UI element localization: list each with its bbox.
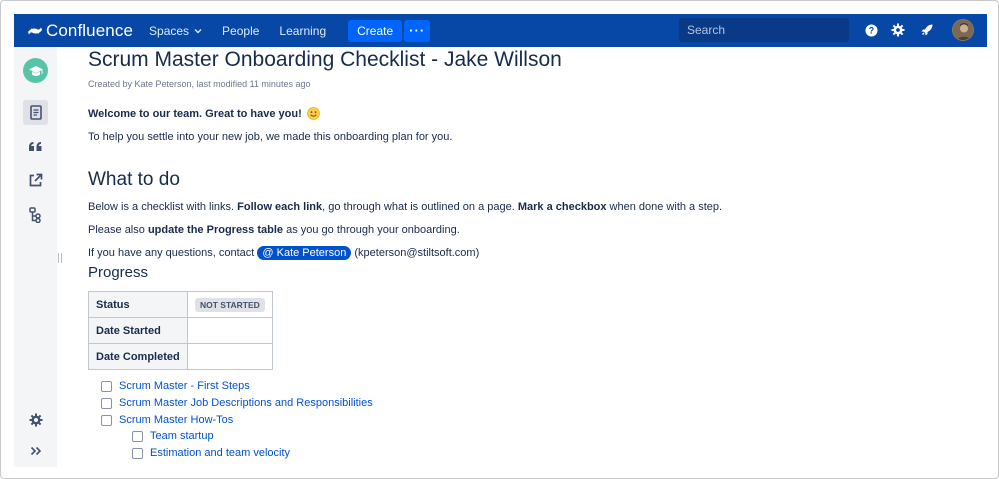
list-item: Team startup: [132, 430, 214, 442]
date-started-label: Date Started: [88, 317, 188, 344]
progress-heading: Progress: [88, 264, 149, 281]
welcome-text: Welcome to our team. Great to have you!: [88, 107, 320, 120]
task-checkbox[interactable]: [132, 430, 143, 442]
task-checkbox[interactable]: [101, 380, 112, 392]
more-create-button[interactable]: ···: [404, 19, 431, 42]
logo-text: Confluence: [46, 20, 134, 40]
page-tree-nav[interactable]: [23, 202, 48, 227]
progress-instr-part-1: Please also: [88, 224, 148, 236]
quote-icon: [29, 141, 42, 151]
search-box: [679, 18, 849, 42]
list-item: Scrum Master How-Tos: [101, 414, 233, 426]
space-logo[interactable]: [23, 58, 48, 83]
gear-icon[interactable]: [891, 23, 905, 37]
what-to-do-heading: What to do: [88, 169, 180, 190]
progress-table: Status NOT STARTED Date Started Date Com…: [88, 291, 273, 370]
smile-emoji-icon: [306, 107, 320, 120]
nav-spaces[interactable]: Spaces: [149, 24, 202, 38]
app-window: Confluence Spaces People Learning Create…: [0, 0, 999, 479]
date-started-value[interactable]: [187, 317, 273, 344]
list-item: Scrum Master - First Steps: [101, 380, 250, 392]
task-link[interactable]: Scrum Master How-Tos: [119, 414, 233, 426]
checklist-instructions: Below is a checklist with links. Follow …: [88, 201, 722, 213]
create-button[interactable]: Create: [348, 19, 403, 42]
external-link-icon: [29, 173, 43, 187]
confluence-logo-icon: [28, 27, 42, 34]
page-byline: Created by Kate Peterson, last modified …: [88, 79, 311, 89]
expand-icon: [30, 446, 41, 455]
task-checkbox[interactable]: [132, 447, 143, 459]
top-navigation: Confluence Spaces People Learning Create…: [14, 14, 987, 47]
avatar[interactable]: [952, 19, 974, 41]
nav-spaces-label: Spaces: [149, 23, 190, 38]
instr-follow-link: Follow each link: [237, 201, 323, 213]
nav-items: Spaces People Learning Create ···: [149, 19, 431, 42]
contact-line: If you have any questions, contact @ Kat…: [88, 246, 479, 260]
graduation-cap-icon: [28, 65, 43, 76]
tree-icon: [29, 206, 41, 223]
instr-part-2: , go through what is outlined on a page.: [322, 201, 518, 213]
help-icon[interactable]: ?: [864, 23, 878, 37]
space-sidebar: [14, 47, 57, 467]
table-row: Date Completed: [88, 343, 273, 370]
task-link[interactable]: Estimation and team velocity: [150, 447, 290, 459]
contact-prefix: If you have any questions, contact: [88, 247, 258, 259]
list-item: Scrum Master Job Descriptions and Respon…: [101, 397, 373, 409]
status-cell[interactable]: NOT STARTED: [187, 291, 273, 318]
progress-instructions: Please also update the Progress table as…: [88, 224, 460, 236]
nav-people[interactable]: People: [222, 24, 259, 38]
list-item: Estimation and team velocity: [132, 447, 290, 459]
table-row: Date Started: [88, 317, 273, 344]
task-checkbox[interactable]: [101, 397, 112, 409]
nav-learning[interactable]: Learning: [279, 24, 326, 38]
date-completed-label: Date Completed: [88, 343, 188, 370]
space-settings[interactable]: [23, 407, 48, 432]
page-icon: [29, 105, 42, 120]
progress-instr-bold: update the Progress table: [147, 224, 284, 236]
instr-mark-checkbox: Mark a checkbox: [517, 201, 607, 213]
status-label: Status: [88, 291, 188, 318]
shortcuts-nav[interactable]: [23, 168, 48, 193]
page-title: Scrum Master Onboarding Checklist - Jake…: [88, 48, 562, 71]
settings-icon: [29, 413, 42, 426]
nav-people-label: People: [222, 23, 260, 38]
user-mention[interactable]: @ Kate Peterson: [257, 246, 352, 260]
contact-email: (kpeterson@stiltsoft.com): [351, 247, 480, 259]
blog-nav[interactable]: [23, 134, 48, 159]
create-button-label: Create: [357, 23, 394, 38]
welcome-label: Welcome to our team. Great to have you!: [88, 107, 302, 120]
expand-sidebar-button[interactable]: [23, 438, 48, 463]
sidebar-resize-handle[interactable]: [58, 253, 62, 263]
task-link[interactable]: Scrum Master - First Steps: [119, 380, 250, 392]
task-link[interactable]: Scrum Master Job Descriptions and Respon…: [119, 397, 373, 409]
status-badge: NOT STARTED: [195, 297, 265, 312]
notification-icon[interactable]: [920, 23, 934, 37]
progress-instr-part-2: as you go through your onboarding.: [283, 224, 460, 236]
task-link[interactable]: Team startup: [150, 430, 214, 442]
instr-part-3: when done with a step.: [606, 201, 723, 213]
caret-down-icon: [194, 28, 202, 33]
svg-text:?: ?: [868, 25, 873, 35]
task-checkbox[interactable]: [101, 414, 112, 426]
table-row: Status NOT STARTED: [88, 291, 273, 318]
date-completed-value[interactable]: [187, 343, 273, 370]
more-icon: ···: [409, 23, 426, 38]
nav-learning-label: Learning: [279, 23, 327, 38]
pages-nav[interactable]: [23, 100, 48, 125]
search-input[interactable]: [687, 23, 842, 37]
intro-text: To help you settle into your new job, we…: [88, 131, 453, 143]
instr-part-1: Below is a checklist with links.: [88, 201, 238, 213]
confluence-logo[interactable]: Confluence: [28, 21, 133, 41]
